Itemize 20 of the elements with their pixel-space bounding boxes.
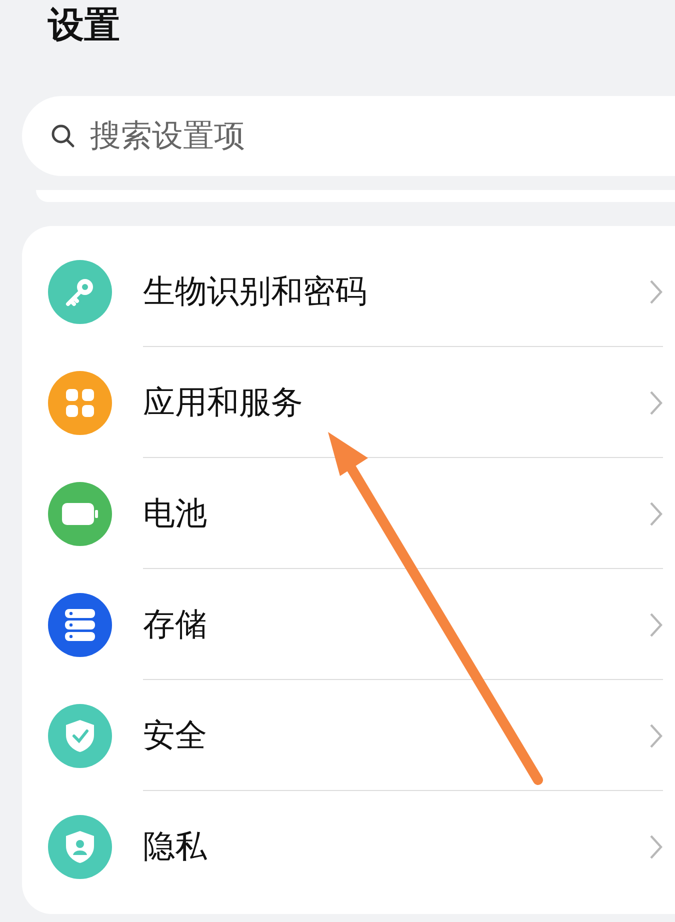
chevron-icon	[649, 834, 663, 860]
settings-item[interactable]: 电池	[143, 492, 649, 536]
chevron-icon	[649, 500, 663, 526]
settings-item[interactable]: 生物识别和密码	[143, 270, 649, 314]
settings-item[interactable]: 隐私	[143, 824, 649, 868]
storage-icon	[65, 608, 95, 640]
shield-person-icon	[65, 830, 95, 864]
chevron-icon	[649, 722, 663, 748]
search-field[interactable]: 搜索设置项	[22, 96, 675, 176]
chevron-icon	[649, 612, 663, 638]
battery-icon	[62, 502, 98, 524]
chevron-icon	[649, 278, 663, 304]
chevron-icon	[649, 390, 663, 416]
search-icon	[50, 123, 76, 149]
page-title: 设置	[48, 4, 121, 48]
settings-item[interactable]: 存储	[143, 602, 649, 646]
grid-icon	[64, 386, 96, 418]
shield-check-icon	[65, 718, 95, 752]
settings-item[interactable]: 应用和服务	[143, 380, 649, 424]
settings-item[interactable]: 安全	[143, 714, 649, 758]
